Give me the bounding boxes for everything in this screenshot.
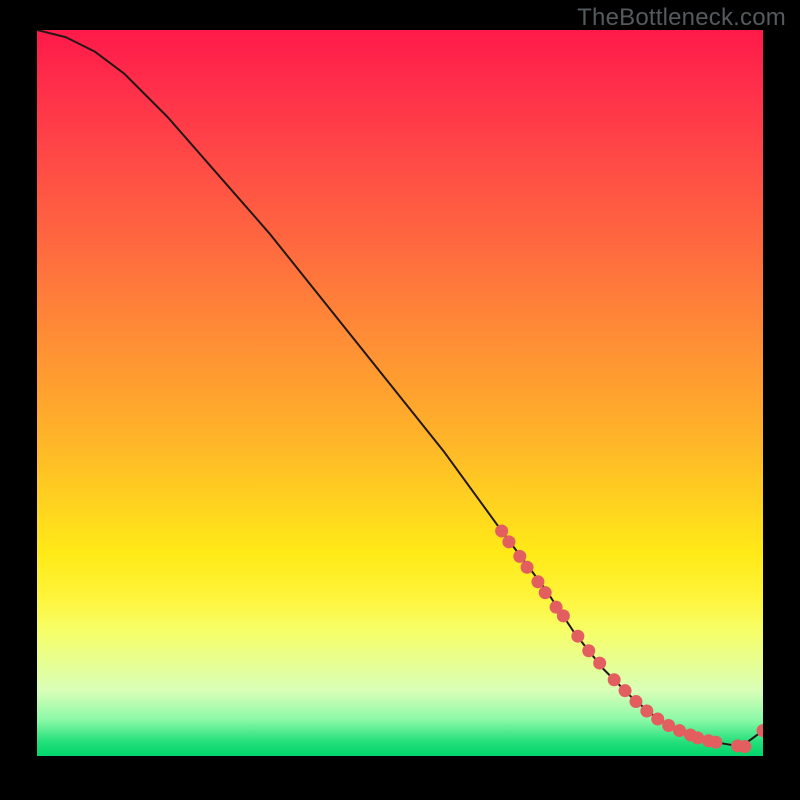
data-point (539, 586, 552, 599)
chart-svg (37, 30, 763, 756)
data-point (651, 712, 664, 725)
data-point (593, 657, 606, 670)
data-point (582, 644, 595, 657)
plot-area (37, 30, 763, 756)
data-point (608, 673, 621, 686)
bottleneck-curve (37, 30, 763, 747)
marker-group (495, 524, 763, 753)
data-point (619, 684, 632, 697)
data-point (571, 630, 584, 643)
data-point (640, 704, 653, 717)
data-point (502, 535, 515, 548)
data-point (495, 524, 508, 537)
watermark-text: TheBottleneck.com (577, 4, 786, 32)
data-point (709, 736, 722, 749)
data-point (531, 575, 544, 588)
data-point (738, 740, 751, 753)
data-point (521, 561, 534, 574)
chart-frame: TheBottleneck.com (0, 0, 800, 800)
data-point (691, 731, 704, 744)
data-point (513, 550, 526, 563)
data-point (557, 609, 570, 622)
data-point (629, 695, 642, 708)
